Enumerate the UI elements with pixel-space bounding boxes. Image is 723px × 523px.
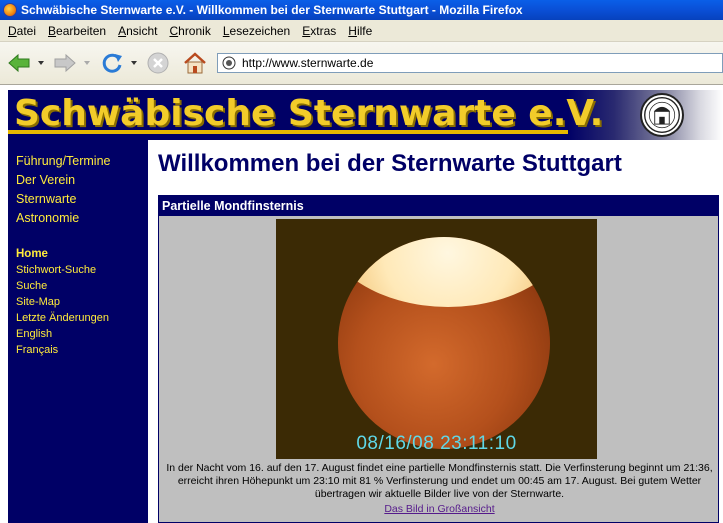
- site-favicon-icon: [222, 56, 236, 70]
- news-box: Partielle Mondfinsternis 08/16/08 23:11:…: [158, 195, 719, 523]
- sidebar-item-verein[interactable]: Der Verein: [16, 171, 148, 190]
- menu-hilfe[interactable]: Hilfe: [344, 22, 380, 40]
- menu-extras[interactable]: Extras: [298, 22, 344, 40]
- sidebar-item-francais[interactable]: Français: [16, 342, 148, 358]
- url-input[interactable]: [242, 56, 682, 70]
- site-banner: Schwäbische Sternwarte e.V.: [8, 90, 723, 140]
- sidebar-item-suche[interactable]: Suche: [16, 278, 148, 294]
- sidebar-item-astronomie[interactable]: Astronomie: [16, 209, 148, 228]
- back-arrow-icon[interactable]: [6, 50, 32, 76]
- moon-lit-portion: [338, 237, 550, 449]
- window-titlebar: Schwäbische Sternwarte e.V. - Willkommen…: [0, 0, 723, 20]
- window-title: Schwäbische Sternwarte e.V. - Willkommen…: [21, 3, 523, 17]
- menu-ansicht[interactable]: Ansicht: [114, 22, 165, 40]
- web-page: Schwäbische Sternwarte e.V. Führung/Term…: [0, 86, 723, 523]
- sidebar-item-stichwort-suche[interactable]: Stichwort-Suche: [16, 262, 148, 278]
- observatory-seal-icon: [640, 93, 684, 137]
- main-content: Willkommen bei der Sternwarte Stuttgart …: [158, 140, 723, 523]
- news-box-title: Partielle Mondfinsternis: [159, 196, 718, 216]
- page-title: Willkommen bei der Sternwarte Stuttgart: [158, 150, 622, 177]
- back-dropdown-icon[interactable]: [38, 61, 44, 65]
- sidebar-item-sternwarte[interactable]: Sternwarte: [16, 190, 148, 209]
- sidebar-nav: Führung/Termine Der Verein Sternwarte As…: [8, 140, 148, 523]
- sidebar-item-home[interactable]: Home: [16, 246, 148, 262]
- menu-bearbeiten[interactable]: Bearbeiten: [44, 22, 114, 40]
- sidebar-item-fuehrung[interactable]: Führung/Termine: [16, 152, 148, 171]
- reload-dropdown-icon[interactable]: [131, 61, 137, 65]
- forward-dropdown-icon[interactable]: [84, 61, 90, 65]
- lunar-eclipse-photo[interactable]: 08/16/08 23:11:10: [276, 219, 597, 459]
- menu-datei[interactable]: Datei: [4, 22, 44, 40]
- sidebar-item-english[interactable]: English: [16, 326, 148, 342]
- home-icon[interactable]: [182, 50, 208, 76]
- forward-arrow-icon[interactable]: [52, 50, 78, 76]
- firefox-icon: [3, 3, 17, 17]
- menu-chronik[interactable]: Chronik: [165, 22, 218, 40]
- address-bar[interactable]: [217, 53, 723, 73]
- reload-icon[interactable]: [99, 50, 125, 76]
- menu-bar: Datei Bearbeiten Ansicht Chronik Lesezei…: [0, 20, 723, 42]
- enlarge-image-link[interactable]: Das Bild in Großansicht: [159, 503, 720, 515]
- sidebar-item-letzte-aenderungen[interactable]: Letzte Änderungen: [16, 310, 148, 326]
- photo-timestamp: 08/16/08 23:11:10: [356, 433, 517, 454]
- site-logo-text[interactable]: Schwäbische Sternwarte e.V.: [14, 93, 603, 134]
- sidebar-item-site-map[interactable]: Site-Map: [16, 294, 148, 310]
- news-caption: In der Nacht vom 16. auf den 17. August …: [166, 462, 713, 500]
- stop-icon[interactable]: [145, 50, 171, 76]
- menu-lesezeichen[interactable]: Lesezeichen: [219, 22, 298, 40]
